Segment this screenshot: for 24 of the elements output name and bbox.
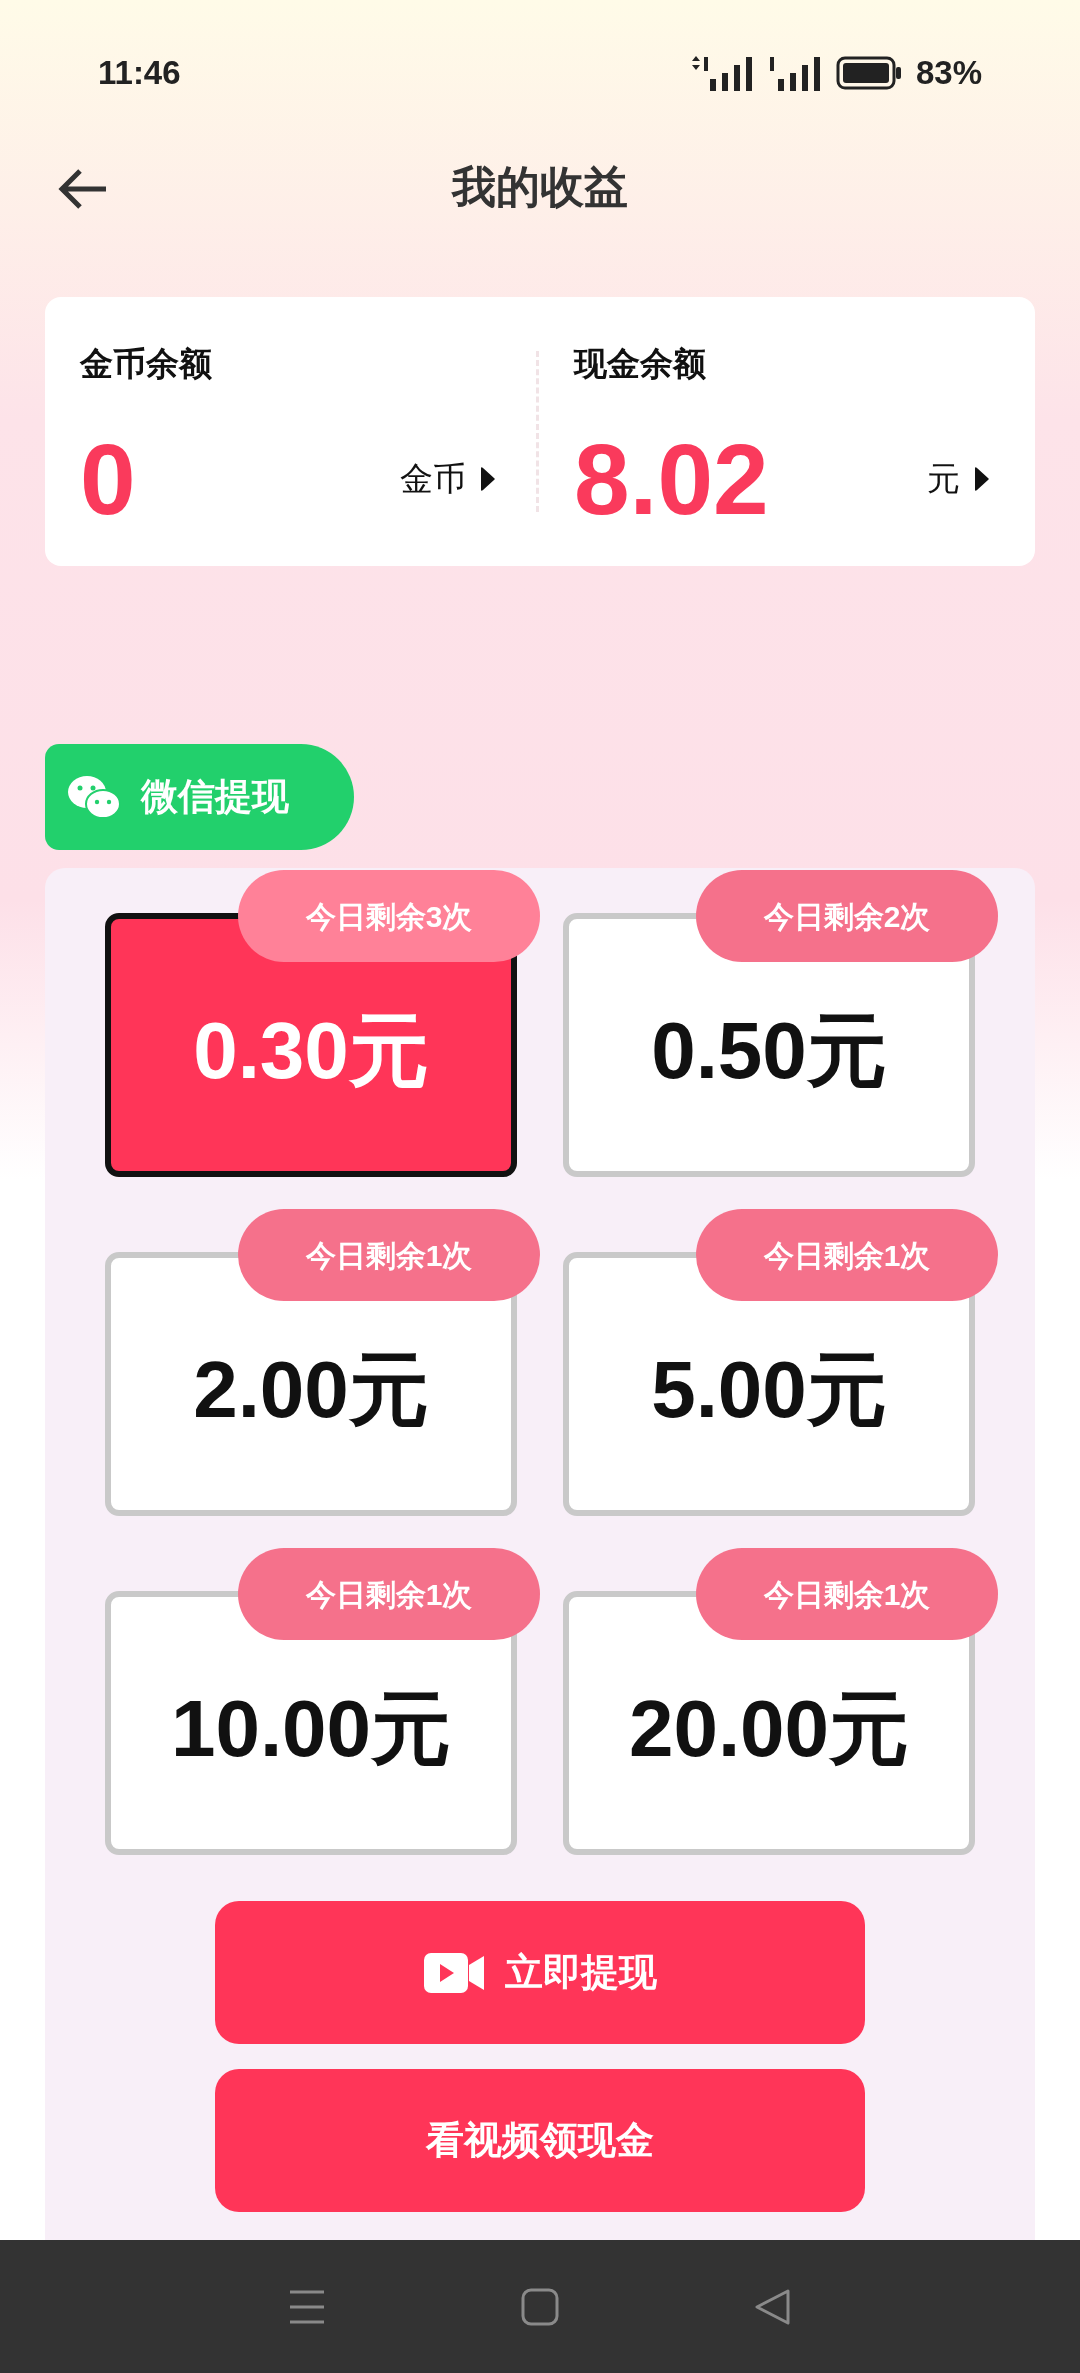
home-icon[interactable]	[521, 2287, 559, 2326]
remaining-count-badge: 今日剩余1次	[696, 1548, 998, 1640]
balance-label: 现金余额	[574, 344, 707, 384]
status-time: 11:46	[98, 53, 181, 94]
remaining-count-badge: 今日剩余1次	[696, 1209, 998, 1301]
balance-detail-link[interactable]: 金币	[400, 453, 496, 504]
battery-level: 83%	[915, 53, 982, 94]
battery-icon	[835, 56, 902, 90]
play-arrow-icon	[972, 465, 990, 492]
menu-icon[interactable]	[287, 2288, 326, 2325]
page-title: 我的收益	[452, 161, 628, 213]
play-arrow-icon	[478, 465, 496, 492]
remaining-count-badge: 今日剩余1次	[238, 1209, 540, 1301]
remaining-count-badge: 今日剩余2次	[696, 870, 998, 962]
balance-amount: 8.02	[574, 428, 769, 529]
remaining-count-badge: 今日剩余1次	[238, 1548, 540, 1640]
balance-detail-link[interactable]: 元	[927, 453, 990, 504]
watch-video-button[interactable]: 看视频领现金	[215, 2069, 865, 2212]
withdraw-button[interactable]: 立即提现	[215, 1901, 865, 2044]
balance-label: 金币余额	[80, 344, 213, 384]
remaining-count-badge: 今日剩余3次	[238, 870, 540, 962]
wechat-icon	[67, 774, 121, 820]
back-icon[interactable]	[58, 169, 108, 209]
balance-amount: 0	[80, 428, 136, 529]
